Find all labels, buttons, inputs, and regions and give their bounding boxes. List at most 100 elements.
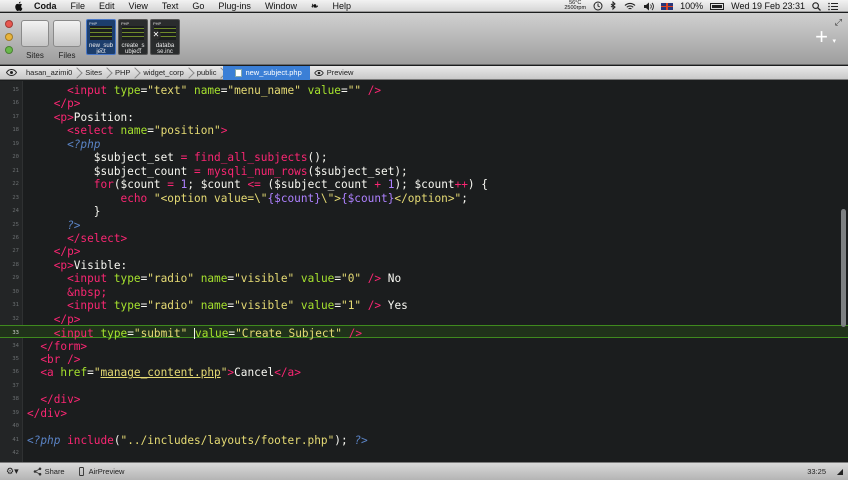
fullscreen-icon[interactable]: ⤢ [835,17,842,28]
volume-icon[interactable] [643,2,654,11]
breadcrumb-widget-corp[interactable]: widget_corp [137,66,190,80]
code-text: } [27,205,101,219]
code-line[interactable]: 25 ?> [0,218,848,232]
close-window-button[interactable] [5,20,13,28]
code-line[interactable]: 34 </form> [0,339,848,353]
code-line[interactable]: 29 <input type="radio" name="visible" va… [0,271,848,286]
new-tab-plus-icon[interactable]: + [815,26,828,48]
breadcrumb-current-file[interactable]: new_subject.php [223,65,310,80]
breadcrumb-sites[interactable]: Sites [79,66,109,80]
code-text: <a href="manage_content.php">Cancel</a> [40,366,301,380]
bluetooth-icon[interactable] [610,1,617,11]
code-line[interactable]: 36 <a href="manage_content.php">Cancel</… [0,365,848,380]
code-line[interactable]: 35 <br /> [0,352,848,366]
clock[interactable]: Wed 19 Feb 23:31 [731,1,805,11]
close-tab-icon[interactable]: ✕ [151,30,161,40]
airpreview-label: AirPreview [88,467,125,476]
battery-percent[interactable]: 100% [680,1,703,11]
code-line[interactable]: 33 <input type="submit" value="Create Su… [0,325,848,340]
menu-window[interactable]: Window [265,0,297,12]
code-text: $subject_count = mysqli_num_rows($subjec… [27,164,408,178]
menu-text[interactable]: Text [162,0,179,12]
input-source-flag-icon[interactable] [661,2,674,10]
code-line[interactable]: 27 </p> [0,244,848,258]
code-text: </p> [53,312,81,326]
menu-go[interactable]: Go [192,0,204,12]
menu-file[interactable]: File [71,0,86,12]
line-number: 24 [12,208,19,215]
code-line[interactable]: 20 $subject_set = find_all_subjects(); [0,150,848,165]
minimize-window-button[interactable] [5,33,13,41]
line-number: 16 [12,100,19,107]
chevron-down-icon[interactable]: ▾ [832,37,836,45]
vertical-scrollbar[interactable] [841,209,846,327]
code-line[interactable]: 19 <?php [0,137,848,151]
code-line[interactable]: 40 [0,419,848,432]
battery-icon[interactable] [710,2,725,10]
code-line[interactable]: 31 <input type="radio" name="visible" va… [0,298,848,313]
code-line[interactable]: 21 $subject_count = mysqli_num_rows($sub… [0,164,848,178]
line-number: 42 [12,450,19,457]
code-text: <?php [67,137,101,151]
code-line[interactable]: 42 [0,446,848,459]
code-text: $subject_set = find_all_subjects(); [27,151,328,165]
zoom-window-button[interactable] [5,46,13,54]
menu-edit[interactable]: Edit [99,0,115,12]
code-text: ?> [67,218,81,232]
tab-new-subject[interactable]: PHP new_sub ject [86,19,116,55]
code-line[interactable]: 17 <p>Position: [0,110,848,124]
code-line[interactable]: 22 for($count = 1; $count <= ($subject_c… [0,177,848,191]
menu-view[interactable]: View [129,0,148,12]
line-number: 39 [12,409,19,416]
status-bar: ⚙▾ Share AirPreview 33:25 ◢ [0,462,848,480]
breadcrumb-public[interactable]: public [191,66,224,80]
code-line[interactable]: 24 } [0,204,848,219]
code-text: <input type="radio" name="visible" value… [67,272,402,286]
eye-toggle-icon[interactable] [4,66,18,80]
code-text: echo "<option value=\"{$count}\">{$count… [120,191,468,205]
breadcrumb-user[interactable]: hasan_azimi0 [18,66,79,80]
share-button[interactable]: Share [33,467,65,476]
script-menu-icon[interactable]: ❧ [311,0,319,12]
menu-help[interactable]: Help [333,0,352,12]
code-line[interactable]: 18 <select name="position"> [0,123,848,137]
code-line[interactable]: 16 </p> [0,96,848,111]
code-line[interactable]: 30 &nbsp; [0,285,848,299]
code-line[interactable]: 23 echo "<option value=\"{$count}\">{$co… [0,191,848,205]
file-icon [235,68,243,77]
code-line[interactable]: 15 <input type="text" name="menu_name" v… [0,83,848,97]
tab-preview [90,26,112,40]
code-line[interactable]: 39 </div> [0,406,848,420]
code-line[interactable]: 28 <p>Visible: [0,258,848,272]
code-line[interactable]: 38 </div> [0,392,848,406]
spotlight-search-icon[interactable] [812,1,821,11]
line-number: 25 [12,221,19,228]
line-number: 30 [12,288,19,295]
app-menu[interactable]: Coda [34,0,57,12]
code-text: <p>Visible: [53,258,128,272]
code-text: <input type="radio" name="visible" value… [67,299,408,313]
notification-center-icon[interactable] [828,2,838,11]
menu-plugins[interactable]: Plug-ins [218,0,251,12]
preview-button[interactable]: Preview [310,66,361,80]
code-text: </div> [27,406,68,420]
apple-icon[interactable] [14,1,24,11]
files-button[interactable] [53,20,81,47]
resize-grip-icon[interactable]: ◢ [837,467,843,476]
sites-button[interactable] [21,20,49,47]
breadcrumb-php[interactable]: PHP [109,66,137,80]
line-number: 35 [12,356,19,362]
time-machine-icon[interactable] [593,1,603,11]
code-line[interactable]: 41 <?php include("../includes/layouts/foo… [0,433,848,447]
code-editor[interactable]: 15 <input type="text" name="menu_name" v… [0,81,848,462]
code-text: </p> [53,97,81,111]
gear-icon[interactable]: ⚙▾ [6,466,19,477]
code-line[interactable]: 26 </select> [0,231,848,245]
airpreview-button[interactable]: AirPreview [77,467,125,476]
temperature-readout[interactable]: 56°C 2500rpm [564,0,586,12]
wifi-icon[interactable] [624,2,636,11]
tab-create-subject[interactable]: PHP create_s ubject [118,19,148,55]
status-menus: 56°C 2500rpm 100% Wed 19 Feb 23:31 [557,0,838,12]
code-line[interactable]: 37 [0,379,848,392]
code-line[interactable]: 32 </p> [0,312,848,326]
